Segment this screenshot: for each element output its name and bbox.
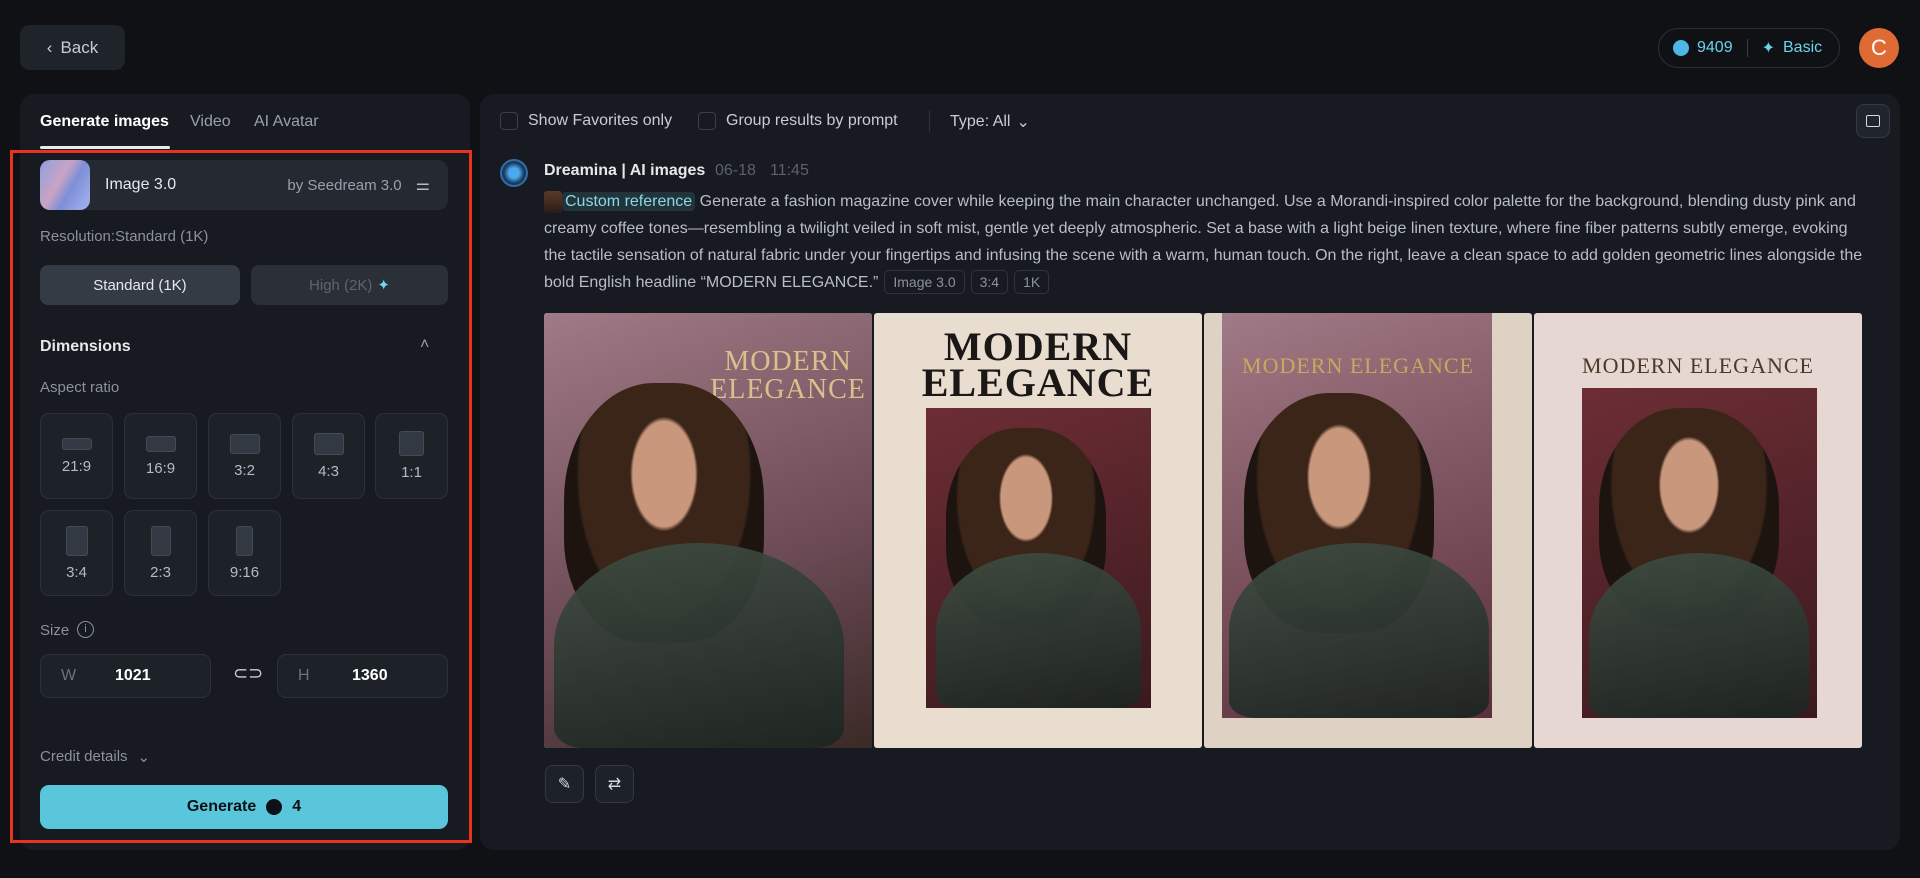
tab-video[interactable]: Video <box>190 113 231 131</box>
avatar[interactable]: C <box>1859 28 1899 68</box>
sparkle-icon: ✦ <box>1761 40 1775 57</box>
tab-ai-avatar[interactable]: AI Avatar <box>254 113 319 131</box>
tag-ratio: 3:4 <box>970 270 1009 294</box>
credit-balance: 9409 <box>1697 39 1733 56</box>
chevron-left-icon: ‹ <box>46 37 53 57</box>
reference-thumbnail <box>544 190 562 213</box>
regenerate-button[interactable]: ⇄ <box>595 765 634 803</box>
group-by-prompt-checkbox[interactable]: Group results by prompt <box>698 112 898 130</box>
chevron-down-icon: ⌄ <box>1016 114 1030 131</box>
type-filter-dropdown[interactable]: Type: All ⌄ <box>950 112 1030 132</box>
tab-generate-images[interactable]: Generate images <box>40 113 169 131</box>
tag-model: Image 3.0 <box>884 270 965 294</box>
credits-plan-pill[interactable]: 9409 ✦ Basic <box>1658 28 1840 68</box>
folder-icon <box>1866 115 1880 127</box>
dreamina-logo-icon <box>500 159 528 187</box>
plan-label: Basic <box>1783 39 1823 56</box>
result-image-2[interactable]: MODERN ELEGANCE <box>874 313 1202 748</box>
prompt-text: Custom reference Generate a fashion maga… <box>544 188 1864 296</box>
favorites-checkbox[interactable]: Show Favorites only <box>500 112 672 130</box>
custom-reference-link[interactable]: Custom reference <box>562 192 696 211</box>
highlight-box <box>10 150 472 843</box>
back-button[interactable]: ‹ Back <box>20 25 125 70</box>
result-image-1[interactable]: MODERN ELEGANCE <box>544 313 872 748</box>
credit-icon <box>1673 40 1689 56</box>
repeat-icon: ⇄ <box>607 776 622 793</box>
result-image-4[interactable]: MODERN ELEGANCE <box>1534 313 1862 748</box>
tag-resolution: 1K <box>1014 270 1050 294</box>
result-image-3[interactable]: MODERN ELEGANCE <box>1204 313 1532 748</box>
pencil-icon: ✎ <box>557 776 572 793</box>
folder-button[interactable] <box>1856 104 1890 138</box>
active-tab-indicator <box>40 146 170 149</box>
edit-button[interactable]: ✎ <box>545 765 584 803</box>
